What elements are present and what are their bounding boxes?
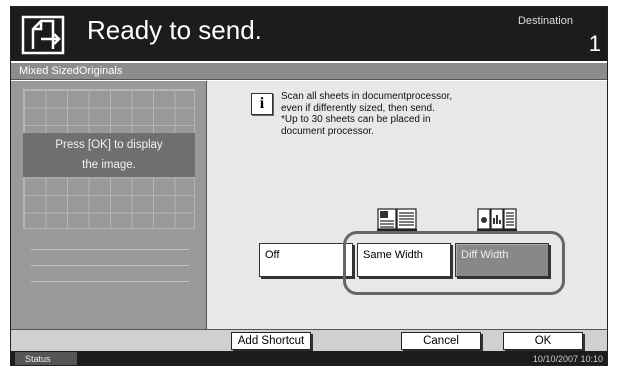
info-line: even if differently sized, then send. [281, 102, 435, 114]
ok-button[interactable]: OK [503, 332, 583, 350]
info-icon: i [251, 93, 273, 115]
same-width-button[interactable]: Same Width [357, 243, 451, 277]
preview-pane: Press [OK] to display the image. [11, 81, 207, 329]
status-bar: Status 10/10/2007 10:10 [11, 351, 607, 365]
info-line: *Up to 30 sheets can be placed in [281, 114, 431, 125]
diff-width-button[interactable]: Diff Width [455, 243, 549, 277]
destination-label: Destination [517, 15, 573, 27]
info-line: Scan all sheets in documentprocessor, [281, 91, 453, 102]
preview-message-line2: the image. [82, 159, 136, 171]
preview-message: Press [OK] to display the image. [23, 135, 195, 175]
same-width-originals-icon [377, 208, 417, 231]
add-shortcut-button[interactable]: Add Shortcut [231, 332, 311, 350]
off-button[interactable]: Off [259, 243, 353, 277]
page-title: Ready to send. [87, 15, 262, 45]
preview-divider [31, 249, 189, 250]
info-line: document processor. [281, 125, 374, 137]
send-job-icon [21, 15, 65, 55]
destination-count: 1 [588, 31, 601, 56]
function-title: Mixed SizedOriginals [11, 63, 607, 80]
info-text: Scan all sheets in documentprocessor, ev… [281, 91, 521, 137]
datetime: 10/10/2007 10:10 [532, 354, 603, 364]
preview-divider [31, 265, 189, 266]
preview-divider [31, 281, 189, 282]
status-button[interactable]: Status [15, 352, 77, 365]
preview-message-line1: Press [OK] to display [55, 139, 163, 151]
cancel-button[interactable]: Cancel [401, 332, 481, 350]
panel-screen: Ready to send. Destination 1 Mixed Sized… [10, 6, 608, 366]
header-bar: Ready to send. Destination 1 [11, 7, 607, 61]
main-content: Press [OK] to display the image. i Scan … [11, 81, 607, 329]
footer-bar: Add Shortcut Cancel OK [11, 329, 607, 351]
diff-width-originals-icon [477, 208, 517, 231]
